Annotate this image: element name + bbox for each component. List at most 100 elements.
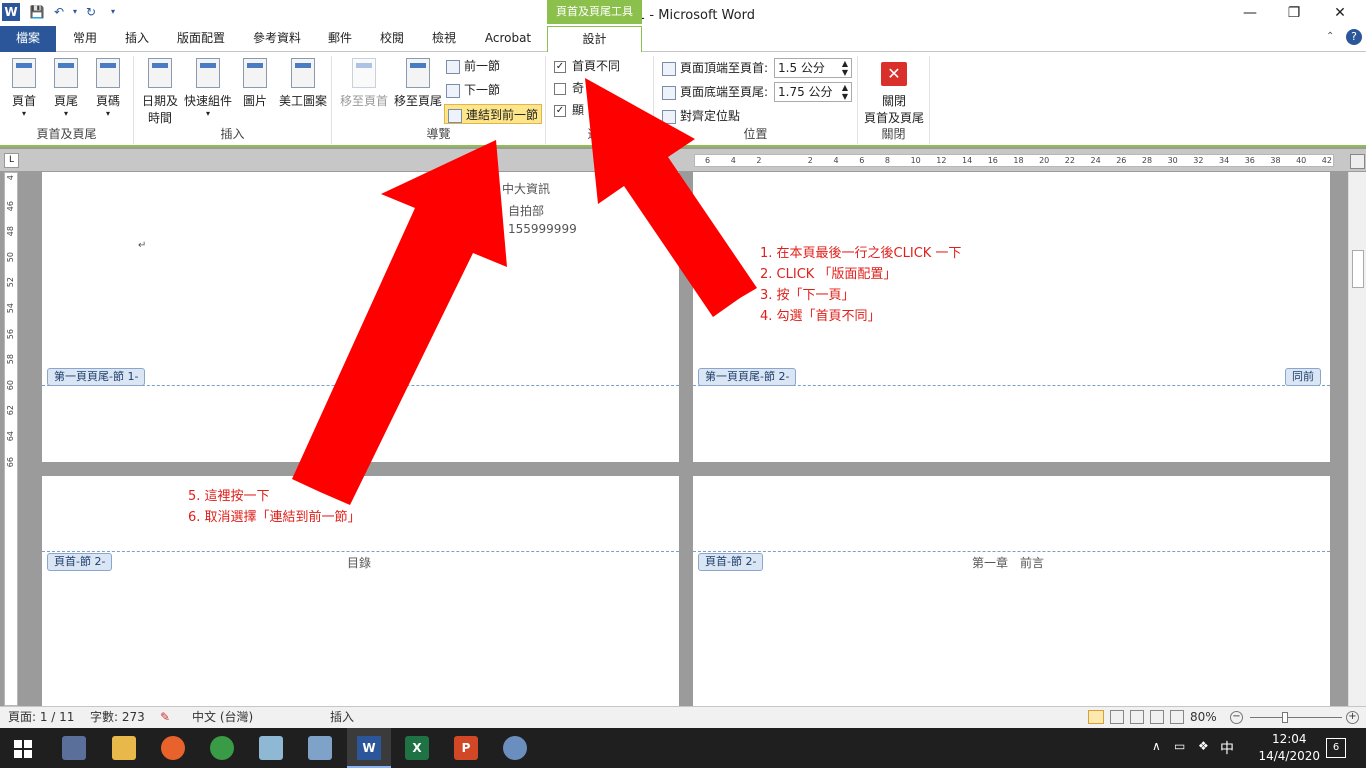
- footer-label: 頁尾: [53, 94, 78, 108]
- quick-parts-button[interactable]: 快速組件 ▾: [182, 58, 234, 118]
- start-button[interactable]: [14, 740, 32, 758]
- tab-view[interactable]: 檢視: [422, 26, 466, 52]
- word-count[interactable]: 字數: 273: [90, 707, 145, 728]
- print-layout-icon[interactable]: [1088, 710, 1104, 724]
- next-section-icon: [446, 83, 460, 98]
- ruler-tick-label: 16: [987, 156, 998, 165]
- first-page-different-checkbox[interactable]: ✓ 首頁不同: [554, 56, 620, 76]
- zoom-slider[interactable]: [1250, 717, 1342, 718]
- vertical-scrollbar[interactable]: [1348, 172, 1366, 706]
- ruler-tick-label: 30: [1167, 156, 1178, 165]
- spinner-arrows-icon[interactable]: ▲ ▼: [842, 83, 848, 101]
- tab-insert[interactable]: 插入: [115, 26, 159, 52]
- pinned-app-icon[interactable]: [259, 736, 283, 760]
- file-explorer-icon[interactable]: [112, 736, 136, 760]
- odd-even-different-checkbox[interactable]: 奇: [554, 78, 584, 98]
- close-header-footer-button[interactable]: ✕ 關閉 頁首及頁尾: [860, 58, 928, 126]
- taskbar-clock[interactable]: 12:04 14/4/2020: [1258, 731, 1320, 765]
- pinned-app-icon[interactable]: [62, 736, 86, 760]
- excel-icon[interactable]: X: [405, 736, 429, 760]
- web-layout-icon[interactable]: [1130, 710, 1144, 724]
- picture-button[interactable]: 圖片: [236, 58, 274, 109]
- dropbox-icon[interactable]: ❖: [1198, 739, 1209, 753]
- chrome-icon[interactable]: [210, 736, 234, 760]
- goto-footer-button[interactable]: 移至頁尾: [392, 58, 444, 109]
- help-icon[interactable]: ?: [1346, 29, 1362, 45]
- view-ruler-icon[interactable]: [1350, 154, 1365, 169]
- next-section-button[interactable]: 下一節: [446, 80, 500, 100]
- tab-acrobat[interactable]: Acrobat: [476, 26, 540, 52]
- page-1-bottom[interactable]: 指導老師：中大資訊 學生：自拍部 學號：155999999 ↵ 第一頁頁尾-節 …: [42, 172, 679, 462]
- zoom-out-icon[interactable]: −: [1230, 711, 1243, 724]
- restore-button[interactable]: ❐: [1274, 2, 1314, 24]
- scroll-thumb[interactable]: [1352, 250, 1364, 288]
- insert-alignment-tab-button[interactable]: 對齊定位點: [662, 106, 740, 126]
- clip-art-button[interactable]: 美工圖案: [276, 58, 330, 109]
- paint-icon[interactable]: [503, 736, 527, 760]
- ruler-tick-label: 24: [1090, 156, 1101, 165]
- tab-mailings[interactable]: 郵件: [318, 26, 362, 52]
- paragraph-mark: ↵: [138, 240, 147, 251]
- prev-section-button[interactable]: 前一節: [446, 56, 500, 76]
- ruler-tick-label: 36: [1244, 156, 1255, 165]
- ruler-tick-label: 26: [1116, 156, 1127, 165]
- page-number-button[interactable]: 頁碼 ▾: [90, 58, 126, 118]
- full-screen-reading-icon[interactable]: [1110, 710, 1124, 724]
- spinner-arrows-icon[interactable]: ▲ ▼: [842, 59, 848, 77]
- ruler-tick-label: 46: [6, 200, 15, 211]
- language-indicator[interactable]: 中文 (台灣): [192, 707, 253, 728]
- ruler-tick-label: 8: [884, 156, 890, 165]
- page-4-top[interactable]: 頁首-節 2- 第一章 前言: [693, 476, 1330, 706]
- goto-header-button[interactable]: 移至頁首: [338, 58, 390, 109]
- calculator-icon[interactable]: [308, 736, 332, 760]
- header-from-top-spinner[interactable]: 1.5 公分 ▲ ▼: [774, 58, 852, 78]
- ruler-tick-label: 2: [807, 156, 813, 165]
- prev-section-icon: [446, 59, 460, 74]
- ime-indicator[interactable]: 中: [1220, 738, 1234, 758]
- page-count[interactable]: 頁面: 1 / 11: [8, 707, 74, 728]
- tray-expand-icon[interactable]: ∧: [1152, 739, 1161, 753]
- insert-mode[interactable]: 插入: [330, 707, 354, 728]
- zoom-in-icon[interactable]: +: [1346, 711, 1359, 724]
- proofing-icon[interactable]: ✎: [160, 707, 170, 728]
- show-document-text-checkbox[interactable]: ✓ 顯: [554, 100, 584, 120]
- minimize-button[interactable]: —: [1230, 2, 1270, 24]
- collapse-ribbon-icon[interactable]: ⌃: [1326, 31, 1334, 42]
- outline-view-icon[interactable]: [1150, 710, 1164, 724]
- horizontal-ruler[interactable]: 6 4 2 2 4 6 8 10 12 14 16 18 20 22 24 26 28 30 32 34 36 38 40 4…: [694, 154, 1334, 167]
- ruler-tick-label: 66: [6, 456, 15, 467]
- footer-button[interactable]: 頁尾 ▾: [48, 58, 84, 118]
- zoom-level[interactable]: 80%: [1190, 707, 1217, 728]
- ruler-tick-label: 40: [1296, 156, 1307, 165]
- tab-file[interactable]: 檔案: [0, 26, 56, 52]
- tab-selector-icon[interactable]: L: [4, 153, 19, 168]
- footer-from-bottom-spinner[interactable]: 1.75 公分 ▲ ▼: [774, 82, 852, 102]
- date-time-button[interactable]: 日期及 時間: [140, 58, 180, 126]
- first-page-different-label: 首頁不同: [572, 59, 621, 73]
- zoom-slider-thumb[interactable]: [1282, 712, 1288, 723]
- close-button[interactable]: ✕: [1320, 2, 1360, 24]
- tab-design[interactable]: 設計: [547, 26, 642, 53]
- powerpoint-icon[interactable]: P: [454, 736, 478, 760]
- notification-count: 6: [1332, 742, 1340, 753]
- word-taskbar-button[interactable]: W: [347, 728, 391, 768]
- tab-home[interactable]: 常用: [64, 26, 106, 52]
- instruction-4: 4. 勾選「首頁不同」: [760, 309, 881, 324]
- instruction-1: 1. 在本頁最後一行之後CLICK 一下: [760, 246, 962, 261]
- quick-parts-label: 快速組件: [183, 94, 232, 108]
- link-to-previous-button[interactable]: 連結到前一節: [444, 104, 543, 124]
- ruler-tick-label: 6: [859, 156, 865, 165]
- ruler-tick-label: 14: [962, 156, 973, 165]
- instruction-6: 6. 取消選擇「連結到前一節」: [188, 510, 361, 525]
- draft-view-icon[interactable]: [1170, 710, 1184, 724]
- header-button[interactable]: 頁首 ▾: [6, 58, 42, 118]
- ruler-tick-label: 18: [1013, 156, 1024, 165]
- notification-center-icon[interactable]: 6: [1326, 738, 1346, 758]
- tab-layout[interactable]: 版面配置: [168, 26, 234, 52]
- tab-review[interactable]: 校閱: [370, 26, 414, 52]
- network-icon[interactable]: ▭: [1174, 739, 1185, 753]
- tab-references[interactable]: 參考資料: [244, 26, 310, 52]
- footer-position-icon: [662, 85, 676, 100]
- firefox-icon[interactable]: [161, 736, 185, 760]
- vertical-ruler[interactable]: 4 46 48 50 52 54 56 58 60 62 64 66: [4, 172, 18, 706]
